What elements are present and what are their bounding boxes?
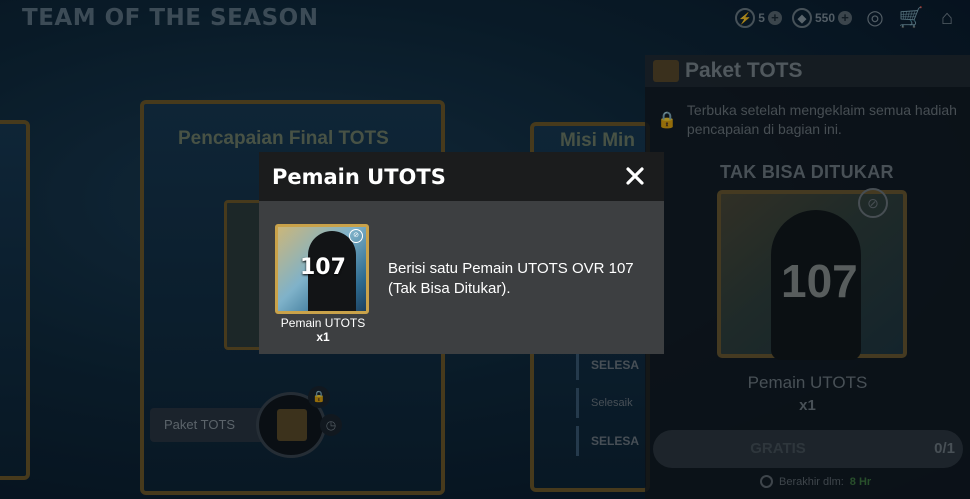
card-qty: x1	[316, 330, 330, 344]
untradeable-icon: ⊘	[349, 229, 363, 243]
item-info-dialog: Pemain UTOTS 107 ⊘ Pemain UTOTS x1 Beris…	[259, 152, 664, 354]
dialog-header: Pemain UTOTS	[259, 152, 664, 201]
card-ovr: 107	[300, 255, 346, 280]
close-button[interactable]	[624, 165, 646, 187]
close-icon	[626, 167, 644, 185]
dialog-title: Pemain UTOTS	[272, 164, 446, 189]
card-name: Pemain UTOTS	[280, 316, 366, 330]
player-card: 107 ⊘	[275, 224, 369, 314]
dialog-description: Berisi satu Pemain UTOTS OVR 107 (Tak Bi…	[388, 260, 634, 297]
